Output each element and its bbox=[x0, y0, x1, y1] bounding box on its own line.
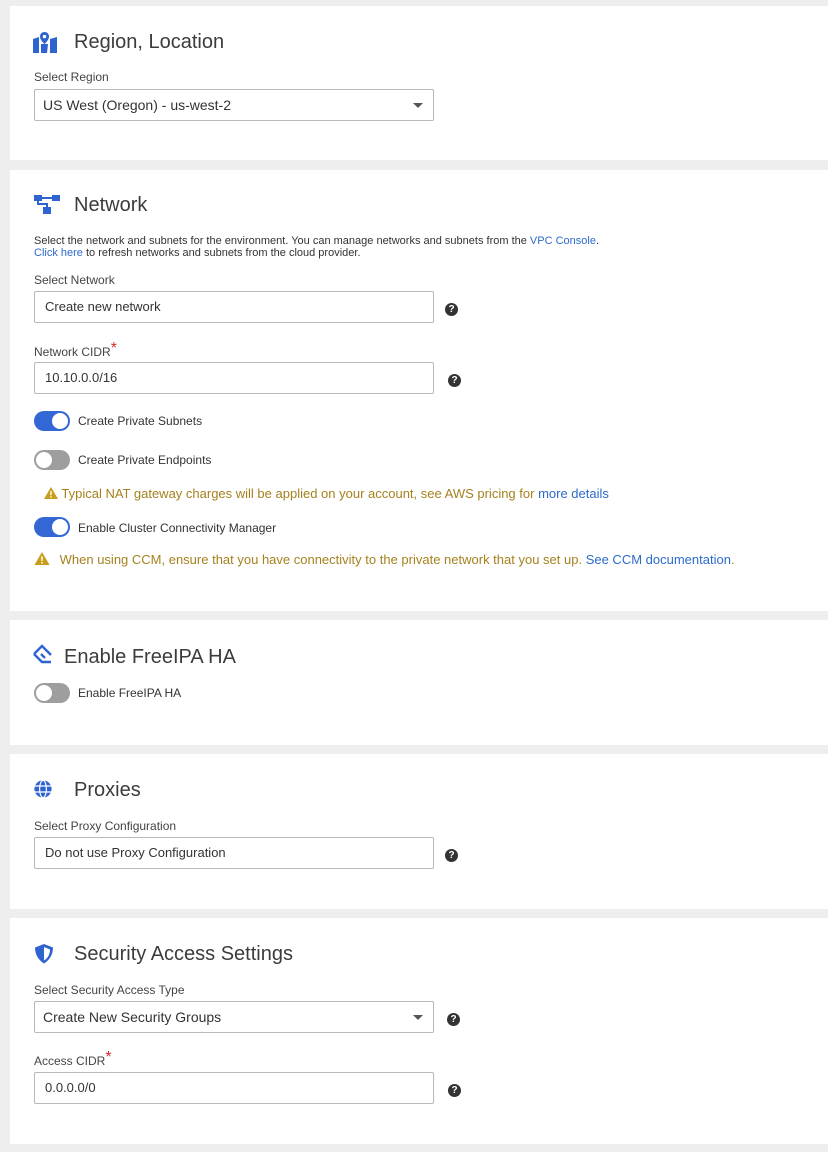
region-select-value: US West (Oregon) - us-west-2 bbox=[43, 97, 232, 113]
security-type-value: Create New Security Groups bbox=[43, 1009, 222, 1025]
question-circle-icon[interactable]: ? bbox=[445, 849, 458, 862]
refresh-text: to refresh networks and subnets from the… bbox=[82, 247, 361, 259]
proxies-title: Proxies bbox=[74, 779, 141, 801]
select-proxy-label: Select Proxy Configuration bbox=[34, 819, 177, 833]
network-cidr-label: Network CIDR* bbox=[34, 340, 117, 361]
private-endpoints-label: Create Private Endpoints bbox=[78, 453, 212, 467]
freeipa-title: Enable FreeIPA HA bbox=[64, 646, 236, 668]
question-circle-icon[interactable]: ? bbox=[445, 303, 458, 316]
ccm-toggle[interactable] bbox=[34, 517, 70, 537]
ccm-label: Enable Cluster Connectivity Manager bbox=[78, 521, 277, 535]
proxies-card: Proxies Select Proxy Configuration Do no… bbox=[10, 754, 828, 909]
toggle-knob bbox=[36, 685, 52, 701]
access-cidr-label-text: Access CIDR bbox=[34, 1054, 106, 1068]
proxy-configuration-input[interactable]: Do not use Proxy Configuration bbox=[34, 837, 434, 869]
private-subnets-label: Create Private Subnets bbox=[78, 414, 203, 428]
chevron-down-icon bbox=[413, 103, 423, 108]
access-cidr-label: Access CIDR* bbox=[34, 1049, 112, 1070]
shield-icon bbox=[35, 944, 53, 964]
private-endpoints-toggle[interactable] bbox=[34, 450, 70, 470]
question-circle-icon[interactable]: ? bbox=[448, 374, 461, 387]
network-cidr-label-text: Network CIDR bbox=[34, 345, 111, 359]
network-cidr-input[interactable]: 10.10.0.0/16 bbox=[34, 362, 434, 394]
warning-triangle-icon bbox=[44, 487, 58, 499]
network-description-period: . bbox=[595, 235, 600, 247]
security-card: Security Access Settings Select Security… bbox=[10, 918, 828, 1144]
select-region-label: Select Region bbox=[34, 70, 109, 84]
nat-warning-text: Typical NAT gateway charges will be appl… bbox=[61, 486, 539, 501]
select-network-label: Select Network bbox=[34, 273, 115, 287]
network-description-text: Select the network and subnets for the e… bbox=[34, 235, 530, 247]
vpc-console-link[interactable]: VPC Console bbox=[530, 235, 596, 247]
diamond-tag-icon bbox=[33, 644, 52, 664]
network-topology-icon bbox=[34, 195, 60, 214]
toggle-knob bbox=[52, 413, 68, 429]
required-mark: * bbox=[110, 340, 117, 357]
ccm-documentation-link[interactable]: See CCM documentation bbox=[586, 552, 731, 567]
freeipa-card: Enable FreeIPA HA Enable FreeIPA HA bbox=[10, 620, 828, 745]
question-circle-icon[interactable]: ? bbox=[447, 1013, 460, 1026]
network-description: Select the network and subnets for the e… bbox=[34, 235, 599, 259]
ccm-warning-text: When using CCM, ensure that you have con… bbox=[59, 552, 586, 567]
required-mark: * bbox=[105, 1049, 112, 1066]
question-circle-icon[interactable]: ? bbox=[448, 1084, 461, 1097]
more-details-link[interactable]: more details bbox=[538, 486, 609, 501]
toggle-knob bbox=[36, 452, 52, 468]
globe-icon bbox=[34, 780, 52, 798]
region-select[interactable]: US West (Oregon) - us-west-2 bbox=[34, 89, 434, 121]
private-subnets-toggle[interactable] bbox=[34, 411, 70, 431]
region-card: Region, Location Select Region US West (… bbox=[10, 6, 828, 160]
ccm-warning-period: . bbox=[730, 552, 735, 567]
chevron-down-icon bbox=[413, 1015, 423, 1020]
security-title: Security Access Settings bbox=[74, 943, 293, 965]
select-network-input[interactable]: Create new network bbox=[34, 291, 434, 323]
security-type-label: Select Security Access Type bbox=[34, 983, 185, 997]
region-title: Region, Location bbox=[74, 31, 225, 53]
network-card: Network Select the network and subnets f… bbox=[10, 170, 828, 611]
map-marker-icon bbox=[33, 32, 57, 53]
freeipa-ha-label: Enable FreeIPA HA bbox=[78, 686, 182, 700]
toggle-knob bbox=[52, 519, 68, 535]
access-cidr-input[interactable]: 0.0.0.0/0 bbox=[34, 1072, 434, 1104]
network-title: Network bbox=[74, 194, 148, 216]
nat-warning: Typical NAT gateway charges will be appl… bbox=[44, 486, 609, 501]
click-here-link[interactable]: Click here bbox=[34, 247, 83, 259]
security-type-select[interactable]: Create New Security Groups bbox=[34, 1001, 434, 1033]
freeipa-ha-toggle[interactable] bbox=[34, 683, 70, 703]
warning-triangle-icon bbox=[34, 552, 50, 565]
ccm-warning: When using CCM, ensure that you have con… bbox=[34, 552, 735, 567]
